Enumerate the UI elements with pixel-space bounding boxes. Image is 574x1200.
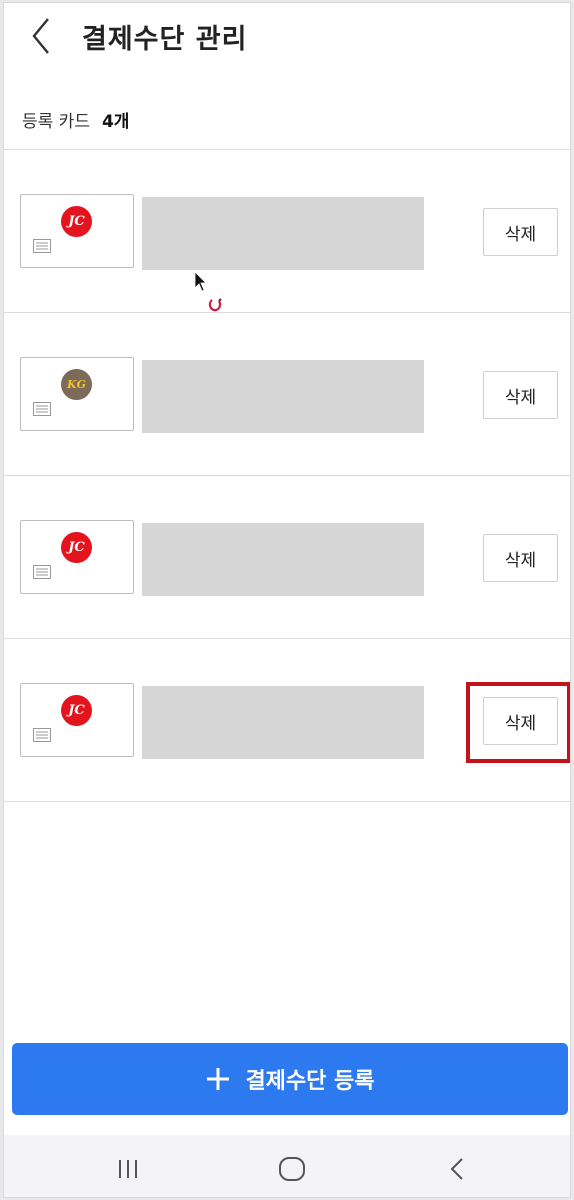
- mouse-cursor-icon: [194, 271, 207, 292]
- card-info-masked: [142, 523, 424, 596]
- card-count-value: 4개: [101, 112, 130, 132]
- register-button-label: 결제수단 등록: [245, 1069, 375, 1094]
- system-nav-bar: [4, 1135, 570, 1197]
- chevron-left-icon: [32, 18, 49, 54]
- card-logo: KG: [61, 369, 92, 400]
- home-icon: [279, 1157, 305, 1181]
- card-chip-icon: [33, 728, 51, 742]
- card-row: JC 삭제: [4, 476, 570, 638]
- page-title: 결제수단 관리: [82, 24, 248, 55]
- register-payment-button[interactable]: 결제수단 등록: [12, 1043, 568, 1115]
- card-thumbnail: JC: [20, 194, 134, 268]
- card-chip-icon: [33, 565, 51, 579]
- loading-icon: [208, 298, 222, 312]
- card-count-label: 등록 카드: [22, 112, 90, 132]
- card-count-row: 등록 카드 4개: [22, 107, 129, 132]
- delete-button[interactable]: 삭제: [483, 534, 558, 582]
- card-row: KG 삭제: [4, 313, 570, 475]
- card-thumbnail: KG: [20, 357, 134, 431]
- plus-icon: [207, 1068, 230, 1090]
- delete-button[interactable]: 삭제: [483, 208, 558, 256]
- header: 결제수단 관리: [4, 3, 570, 73]
- divider: [4, 801, 570, 802]
- card-info-masked: [142, 360, 424, 433]
- card-row: JC 삭제: [4, 150, 570, 312]
- nav-recent-apps-button[interactable]: [108, 1149, 148, 1189]
- recent-apps-icon: [119, 1160, 137, 1178]
- phone-screen: 결제수단 관리 등록 카드 4개 JC 삭제 KG 삭제 JC 삭제 JC 삭제…: [3, 2, 571, 1198]
- card-chip-icon: [33, 239, 51, 253]
- card-row: JC 삭제: [4, 639, 570, 801]
- card-logo: JC: [61, 695, 92, 726]
- back-button[interactable]: [26, 15, 60, 57]
- card-chip-icon: [33, 402, 51, 416]
- nav-back-button[interactable]: [438, 1149, 478, 1189]
- card-logo: JC: [61, 532, 92, 563]
- nav-home-button[interactable]: [272, 1149, 312, 1189]
- card-info-masked: [142, 686, 424, 759]
- delete-button[interactable]: 삭제: [483, 371, 558, 419]
- card-info-masked: [142, 197, 424, 270]
- back-icon: [450, 1158, 463, 1180]
- card-thumbnail: JC: [20, 520, 134, 594]
- card-thumbnail: JC: [20, 683, 134, 757]
- card-logo: JC: [61, 206, 92, 237]
- delete-button[interactable]: 삭제: [483, 697, 558, 745]
- card-list: JC 삭제 KG 삭제 JC 삭제 JC 삭제: [4, 149, 570, 802]
